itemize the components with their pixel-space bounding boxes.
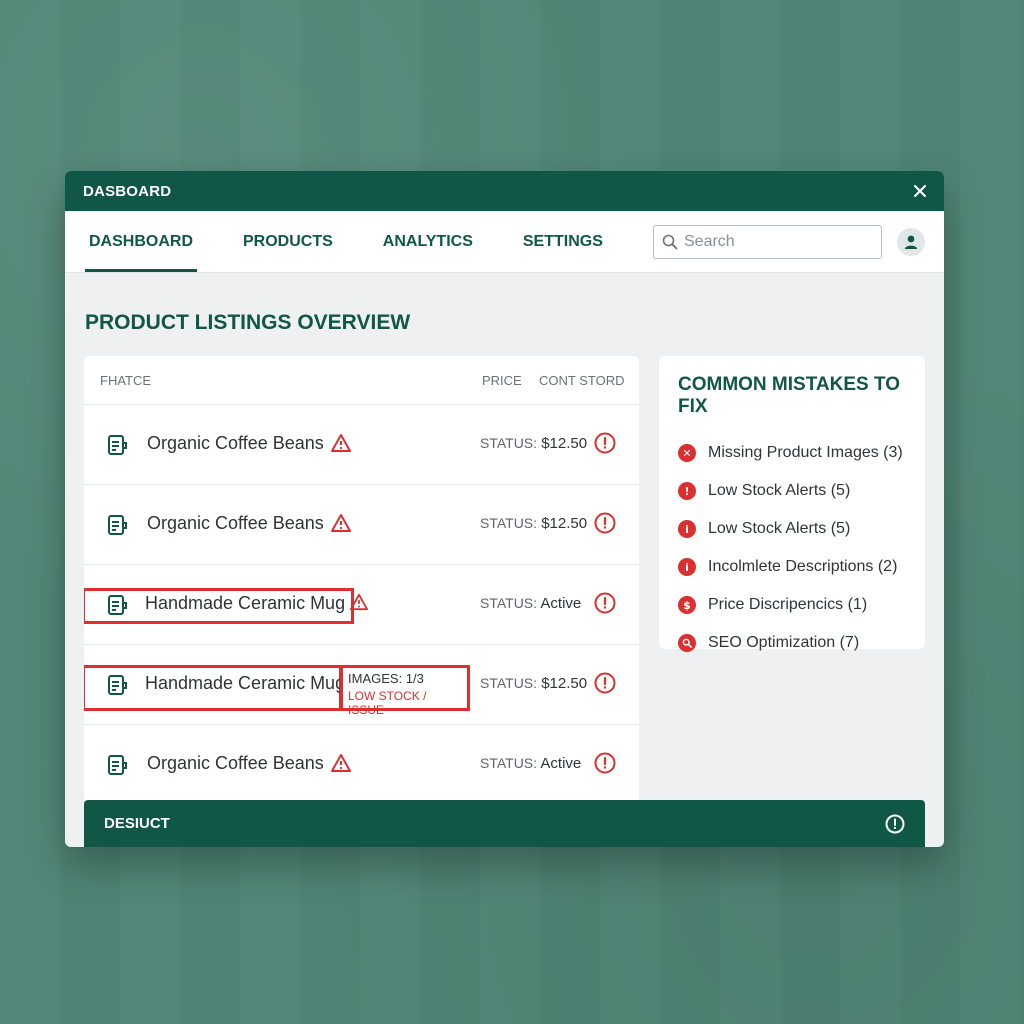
status-text: STATUS: Active xyxy=(480,595,581,612)
warning-icon xyxy=(331,754,351,772)
mistake-label: Price Discripencics (1) xyxy=(708,596,868,613)
status-label: STATUS: xyxy=(480,755,538,771)
alert-circle-icon[interactable] xyxy=(594,512,616,534)
table-row[interactable]: Organic Coffee Beans STATUS: $12.50 xyxy=(84,485,639,565)
mistake-label: SEO Optimization (7) xyxy=(708,634,860,651)
table-row[interactable]: Organic Coffee Beans STATUS: $12.50 xyxy=(84,405,639,485)
tab-analytics[interactable]: ANALYTICS xyxy=(379,211,477,272)
user-icon xyxy=(904,235,918,249)
status-label: STATUS: xyxy=(480,515,538,531)
mistake-label: Incolmlete Descriptions (2) xyxy=(708,558,898,575)
product-name: Organic Coffee Beans xyxy=(147,513,324,533)
info-circle-icon: i xyxy=(678,520,696,538)
mistake-label: Missing Product Images (3) xyxy=(708,444,903,461)
product-name: Handmade Ceramic Mug xyxy=(145,673,346,693)
status-text: STATUS: Active xyxy=(480,755,581,772)
product-name: Organic Coffee Beans xyxy=(147,433,324,453)
user-avatar[interactable] xyxy=(897,228,925,256)
document-icon xyxy=(108,675,127,695)
info-circle-icon[interactable] xyxy=(885,814,905,834)
warning-icon xyxy=(331,434,351,452)
mistake-label: Low Stock Alerts (5) xyxy=(708,482,851,499)
column-header-price: PRICE xyxy=(482,372,522,388)
close-icon xyxy=(914,185,926,197)
mistake-label: Low Stock Alerts (5) xyxy=(708,520,851,537)
issue-text: LOW STOCK / ISSUE xyxy=(348,689,427,717)
nav-tabs: DASHBOARD PRODUCTS ANALYTICS SETTINGS xyxy=(85,211,649,272)
title-bar: DASBOARD xyxy=(65,171,944,211)
document-icon xyxy=(108,755,127,775)
status-text: STATUS: $12.50 xyxy=(480,515,587,532)
column-header-name: FHATCE xyxy=(100,372,152,388)
alert-circle-icon[interactable] xyxy=(594,592,616,614)
status-value: $12.50 xyxy=(541,435,588,452)
table-row[interactable]: Handmade Ceramic Mug STATUS: Active xyxy=(84,565,639,645)
alert-circle-icon[interactable] xyxy=(594,432,616,454)
dashboard-window: DASBOARD DASHBOARD PRODUCTS ANALYTICS SE… xyxy=(65,171,944,847)
window-title: DASBOARD xyxy=(83,182,172,200)
status-label: STATUS: xyxy=(480,435,538,451)
table-row[interactable]: Handmade Ceramic Mug IMAGES: 1/3 LOW STO… xyxy=(84,645,639,725)
common-mistakes-panel: COMMON MISTAKES TO FIX ✕ Missing Product… xyxy=(659,356,925,652)
search-input[interactable] xyxy=(684,233,864,251)
x-circle-icon: ✕ xyxy=(678,444,696,462)
dollar-circle-icon: $ xyxy=(678,596,696,614)
image-count: IMAGES: 1/3 xyxy=(348,671,424,686)
product-name: Organic Coffee Beans xyxy=(147,753,324,773)
mistake-item[interactable]: SEO Optimization (7) xyxy=(678,624,906,662)
bottom-bar[interactable]: DESIUCT xyxy=(84,800,925,847)
panel-title: COMMON MISTAKES TO FIX xyxy=(678,374,901,417)
mistake-item[interactable]: ! Low Stock Alerts (5) xyxy=(678,472,906,510)
magnifier-circle-icon xyxy=(678,634,696,652)
mistake-item[interactable]: ✕ Missing Product Images (3) xyxy=(678,434,906,472)
nav-bar: DASHBOARD PRODUCTS ANALYTICS SETTINGS xyxy=(65,211,944,273)
warning-icon xyxy=(331,514,351,532)
document-icon xyxy=(108,515,127,535)
mistake-item[interactable]: i Incolmlete Descriptions (2) xyxy=(678,548,906,586)
tab-products[interactable]: PRODUCTS xyxy=(239,211,337,272)
warning-icon xyxy=(350,593,368,611)
info-circle-icon: i xyxy=(678,558,696,576)
exclamation-circle-icon: ! xyxy=(678,482,696,500)
status-value: $12.50 xyxy=(541,515,588,532)
tab-settings[interactable]: SETTINGS xyxy=(519,211,607,272)
table-row[interactable]: Organic Coffee Beans STATUS: Active xyxy=(84,725,639,805)
alert-circle-icon[interactable] xyxy=(594,752,616,774)
status-label: STATUS: xyxy=(480,675,538,691)
status-text: STATUS: $12.50 xyxy=(480,675,587,692)
alert-circle-icon[interactable] xyxy=(594,672,616,694)
mistake-item[interactable]: $ Price Discripencics (1) xyxy=(678,586,906,624)
tab-dashboard[interactable]: DASHBOARD xyxy=(85,211,197,272)
page-title: PRODUCT LISTINGS OVERVIEW xyxy=(85,311,411,334)
mistake-item[interactable]: i Low Stock Alerts (5) xyxy=(678,510,906,548)
issue-callout: IMAGES: 1/3 LOW STOCK / ISSUE xyxy=(340,665,470,717)
close-button[interactable] xyxy=(910,181,930,201)
status-value: Active xyxy=(540,755,582,772)
column-header-stock: CONT STORD xyxy=(539,372,625,388)
status-value: $12.50 xyxy=(541,675,588,692)
product-name: Handmade Ceramic Mug xyxy=(145,593,346,613)
search-box[interactable] xyxy=(653,225,882,259)
status-value: Active xyxy=(540,595,582,612)
product-listing-table: FHATCE PRICE CONT STORD Organic Coffee B… xyxy=(84,356,639,816)
document-icon xyxy=(108,595,127,615)
search-icon xyxy=(662,234,678,250)
table-header: FHATCE PRICE CONT STORD xyxy=(84,356,639,405)
status-label: STATUS: xyxy=(480,595,538,611)
bottom-bar-label: DESIUCT xyxy=(104,815,170,832)
status-text: STATUS: $12.50 xyxy=(480,435,587,452)
document-icon xyxy=(108,435,127,455)
